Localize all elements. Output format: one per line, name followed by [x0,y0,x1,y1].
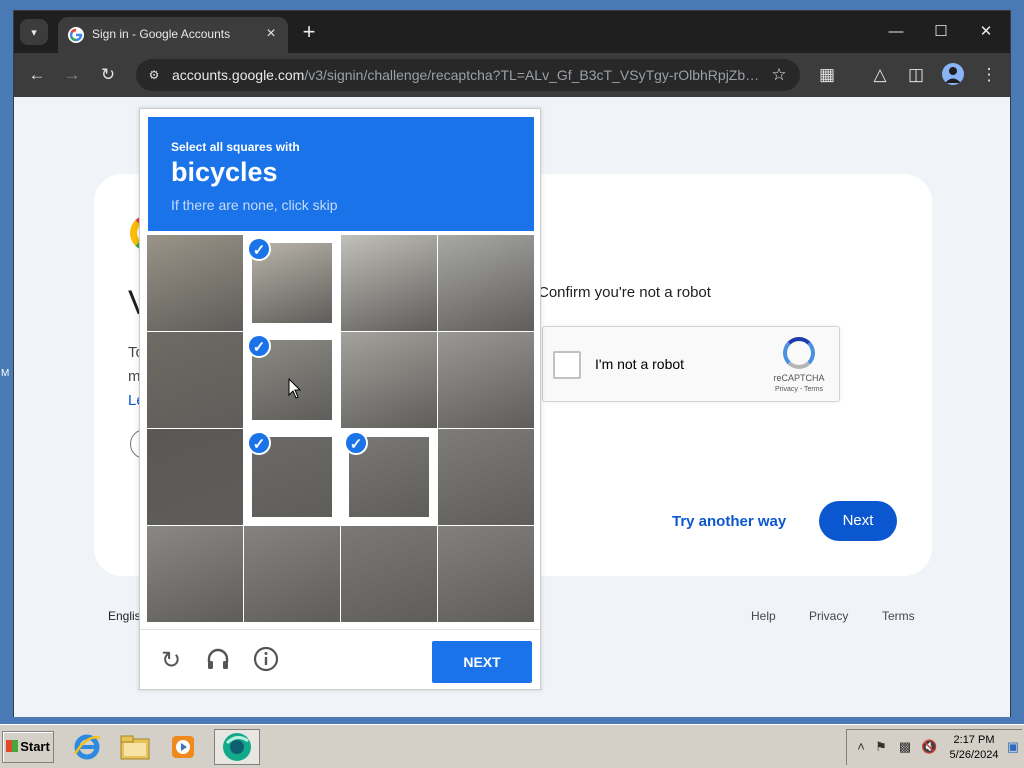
flag-icon[interactable]: ⚑ [873,738,889,756]
tile-image [341,526,437,622]
tab-title: Sign in - Google Accounts [92,27,231,41]
challenge-footer: ↻ NEXT [140,629,540,691]
challenge-tile[interactable]: ✓ [244,235,340,331]
close-window-icon[interactable]: ✕ [966,19,1006,45]
forward-icon[interactable]: → [59,62,85,88]
challenge-tile[interactable] [438,235,534,331]
tile-image [438,429,534,525]
tile-image [147,235,243,331]
tile-image [438,235,534,331]
challenge-tile[interactable] [438,429,534,525]
taskbar: Start ˄ ⚑ ▩ 🔇 2:17 PM 5/26/2024 ▣ [0,724,1024,768]
start-label: Start [20,739,50,754]
reload-challenge-icon[interactable]: ↻ [156,646,186,676]
recaptcha-challenge: Select all squares with bicycles If ther… [139,108,541,690]
try-another-way-button[interactable]: Try another way [672,513,786,530]
help-link[interactable]: Help [751,609,776,623]
mouse-cursor-icon [288,378,302,399]
recaptcha-privacy-terms-link[interactable]: Privacy - Terms [763,386,835,393]
recaptcha-label: I'm not a robot [595,356,685,372]
check-icon: ✓ [247,334,271,358]
plus-icon[interactable]: + [296,20,322,46]
labs-icon[interactable]: △ [867,62,893,88]
site-info-icon[interactable]: ⚙ [144,65,164,85]
volume-muted-icon[interactable]: 🔇 [921,738,937,756]
challenge-grid: ✓ ✓ ✓ ✓ [147,235,536,624]
browser-toolbar: ← → ↻ ⚙ accounts.google.com/v3/signin/ch… [14,53,1010,97]
show-desktop-icon[interactable]: ▣ [1005,738,1021,756]
tile-image [438,526,534,622]
tile-image [147,526,243,622]
check-icon: ✓ [247,431,271,455]
tile-image [244,526,340,622]
desktop-edge-text: M [1,368,10,379]
browser-tab[interactable]: Sign in - Google Accounts × [58,17,288,53]
address-bar[interactable]: ⚙ accounts.google.com/v3/signin/challeng… [136,59,800,91]
challenge-header: Select all squares with bicycles If ther… [148,117,534,231]
url-text[interactable]: accounts.google.com/v3/signin/challenge/… [172,67,762,83]
tile-image [341,332,437,428]
profile-icon[interactable] [942,63,964,85]
challenge-tile[interactable] [341,332,437,428]
star-icon[interactable]: ☆ [768,64,790,86]
challenge-target: bicycles [171,157,278,187]
privacy-link[interactable]: Privacy [809,609,848,623]
info-icon[interactable] [251,646,281,676]
terms-link[interactable]: Terms [882,609,915,623]
recaptcha-checkbox[interactable] [553,351,581,379]
network-icon[interactable]: ▩ [897,738,913,756]
back-icon[interactable]: ← [24,62,50,88]
maximize-icon[interactable]: ☐ [921,19,961,45]
minimize-icon[interactable]: — [876,19,916,45]
challenge-tile[interactable]: ✓ [244,429,340,525]
tab-strip: ▾ Sign in - Google Accounts × + — ☐ ✕ [14,11,1010,53]
recaptcha-brand: reCAPTCHA [773,373,825,383]
menu-icon[interactable]: ⋮ [976,62,1002,88]
challenge-tile[interactable] [147,235,243,331]
challenge-tile[interactable] [341,235,437,331]
google-favicon-icon [68,27,84,43]
clock-date[interactable]: 5/26/2024 [947,749,1001,761]
recaptcha-widget: I'm not a robot reCAPTCHA Privacy - Term… [542,326,840,402]
url-path: /v3/signin/challenge/recaptcha?TL=ALv_Gf… [304,67,762,83]
challenge-hint: If there are none, click skip [171,197,338,213]
start-button[interactable]: Start [2,731,54,763]
tile-image [147,332,243,428]
tile-image [438,332,534,428]
clock-time[interactable]: 2:17 PM [951,734,997,746]
explorer-icon[interactable] [116,729,154,765]
extensions-icon[interactable]: ▦ [814,62,840,88]
tile-image [147,429,243,525]
recaptcha-logo-icon [783,337,815,369]
challenge-tile[interactable] [147,332,243,428]
challenge-instruction: Select all squares with [171,140,300,154]
avatar [945,67,961,83]
tile-image [341,235,437,331]
confirm-not-robot-text: Confirm you're not a robot [538,284,711,301]
language-selector[interactable]: Englis [108,609,141,623]
show-hidden-icons-icon[interactable]: ˄ [853,738,869,756]
tab-search-icon[interactable]: ▾ [20,19,48,45]
url-host: accounts.google.com [172,67,305,83]
system-tray: ˄ ⚑ ▩ 🔇 2:17 PM 5/26/2024 ▣ [846,729,1022,765]
close-icon[interactable]: × [262,25,280,43]
internet-explorer-icon[interactable] [68,729,106,765]
media-player-icon[interactable] [164,729,202,765]
challenge-tile[interactable] [147,526,243,622]
check-icon: ✓ [344,431,368,455]
challenge-tile[interactable] [438,526,534,622]
challenge-tile[interactable] [438,332,534,428]
challenge-tile[interactable] [147,429,243,525]
side-panel-icon[interactable]: ◫ [903,62,929,88]
challenge-tile[interactable]: ✓ [341,429,437,525]
chrome-app-icon[interactable] [214,729,260,765]
challenge-tile[interactable] [341,526,437,622]
challenge-tile[interactable] [244,526,340,622]
check-icon: ✓ [247,237,271,261]
audio-challenge-icon[interactable] [203,646,233,676]
next-button[interactable]: Next [819,501,897,541]
windows-logo-icon [6,740,19,752]
challenge-next-button[interactable]: NEXT [432,641,532,683]
reload-icon[interactable]: ↻ [95,62,121,88]
